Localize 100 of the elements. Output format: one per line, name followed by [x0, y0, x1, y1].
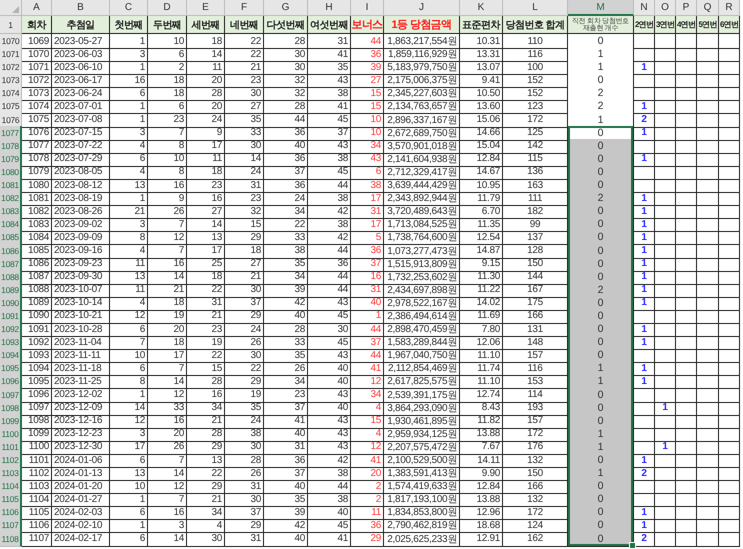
table-cell: 1 — [634, 204, 655, 220]
table-cell: 38 — [264, 244, 308, 258]
column-header[interactable]: R — [719, 0, 740, 16]
table-cell — [676, 126, 697, 141]
table-cell: 45 — [308, 308, 351, 324]
table-cell — [719, 191, 740, 206]
table-cell: 44 — [308, 178, 351, 194]
table-cell: 1086 — [22, 256, 52, 272]
table-cell: 2 — [634, 532, 655, 547]
table-cell: 23 — [225, 73, 264, 88]
table-cell: 1 — [634, 191, 655, 206]
column-header[interactable]: J — [384, 0, 460, 16]
table-cell: 2,025,625,233원 — [384, 532, 460, 547]
table-cell — [676, 34, 697, 49]
table-cell: 2,978,522,167원 — [384, 296, 460, 311]
table-cell — [697, 505, 719, 520]
table-cell: 14 — [187, 47, 225, 62]
table-cell — [719, 361, 740, 376]
table-cell: 4 — [110, 164, 148, 180]
column-header[interactable]: E — [187, 0, 225, 16]
table-cell: 21 — [187, 492, 225, 508]
table-cell: 7.67 — [460, 440, 503, 455]
table-cell: 1079 — [22, 164, 52, 180]
row-header[interactable]: 1075 — [0, 99, 22, 114]
row-header[interactable]: 1085 — [0, 230, 22, 246]
table-cell — [676, 296, 697, 311]
column-header[interactable]: M — [568, 0, 634, 16]
table-cell: 42 — [308, 204, 351, 220]
table-cell: 2023-09-30 — [52, 270, 110, 285]
table-cell: 4 — [187, 518, 225, 534]
table-cell — [719, 217, 740, 232]
table-cell: 2 — [351, 479, 384, 494]
column-header[interactable]: I — [351, 0, 384, 16]
row-header[interactable]: 1107 — [0, 518, 22, 534]
table-cell: 1097 — [22, 400, 52, 416]
table-cell: 1081 — [22, 191, 52, 206]
column-header[interactable]: P — [676, 0, 697, 16]
table-cell — [676, 73, 697, 88]
column-header[interactable]: K — [460, 0, 503, 16]
table-cell: 2,141,604,938원 — [384, 152, 460, 167]
table-cell: 28 — [225, 453, 264, 468]
row-header[interactable]: 1 — [0, 16, 22, 34]
table-cell[interactable]: 0 — [568, 230, 634, 246]
column-header[interactable]: F — [225, 0, 264, 16]
table-cell: 1 — [110, 191, 148, 206]
column-header[interactable]: A — [22, 0, 52, 16]
row-header[interactable]: 1108 — [0, 532, 22, 547]
table-cell: 1 — [634, 152, 655, 167]
table-cell: 41 — [308, 47, 351, 62]
table-cell — [655, 492, 676, 508]
column-header[interactable]: O — [655, 0, 676, 16]
table-cell: 28 — [187, 374, 225, 390]
table-cell[interactable]: 2 — [568, 99, 634, 114]
column-header[interactable]: G — [264, 0, 308, 16]
table-cell: 34 — [187, 505, 225, 520]
table-cell: 1 — [634, 217, 655, 232]
column-header[interactable]: B — [52, 0, 110, 16]
column-header[interactable]: N — [634, 0, 655, 16]
table-cell: 2,539,391,175원 — [384, 388, 460, 403]
table-cell — [719, 73, 740, 88]
table-cell: 36 — [351, 47, 384, 62]
column-header[interactable]: H — [308, 0, 351, 16]
table-cell: 13.60 — [460, 99, 503, 114]
table-cell — [634, 47, 655, 62]
table-cell: 19 — [148, 308, 187, 324]
table-cell: 37 — [225, 505, 264, 520]
table-cell: 20 — [351, 466, 384, 482]
table-cell — [719, 112, 740, 128]
table-cell: 1093 — [22, 348, 52, 364]
table-cell[interactable]: 0 — [568, 532, 634, 547]
table-cell: 41 — [308, 532, 351, 547]
table-cell: 35 — [264, 348, 308, 364]
column-header[interactable]: C — [110, 0, 148, 16]
table-cell[interactable]: 1 — [568, 374, 634, 390]
column-title: 네번째 — [225, 16, 264, 34]
table-cell: 1074 — [22, 99, 52, 114]
table-cell — [655, 532, 676, 547]
table-cell: 38 — [308, 152, 351, 167]
table-cell: 1073 — [22, 86, 52, 102]
table-cell — [719, 414, 740, 429]
table-cell: 2023-11-11 — [52, 348, 110, 364]
table-cell: 1 — [110, 388, 148, 403]
table-cell: 12 — [148, 230, 187, 246]
table-cell — [655, 361, 676, 376]
column-header[interactable]: Q — [697, 0, 719, 16]
table-cell — [655, 138, 676, 154]
table-cell: 43 — [308, 138, 351, 154]
table-cell: 3,570,901,018원 — [384, 138, 460, 154]
table-cell: 19 — [187, 335, 225, 350]
table-cell: 9.90 — [460, 466, 503, 482]
column-header[interactable]: L — [503, 0, 568, 16]
table-cell: 2,345,227,603원 — [384, 86, 460, 102]
table-cell: 13.88 — [460, 492, 503, 508]
table-cell[interactable]: 0 — [568, 518, 634, 534]
row-header[interactable]: 1096 — [0, 374, 22, 390]
table-cell: 2024-02-17 — [52, 532, 110, 547]
table-cell: 2 — [148, 60, 187, 76]
column-header[interactable]: D — [148, 0, 187, 16]
table-cell: 26 — [148, 204, 187, 220]
fill-handle[interactable] — [629, 542, 636, 549]
